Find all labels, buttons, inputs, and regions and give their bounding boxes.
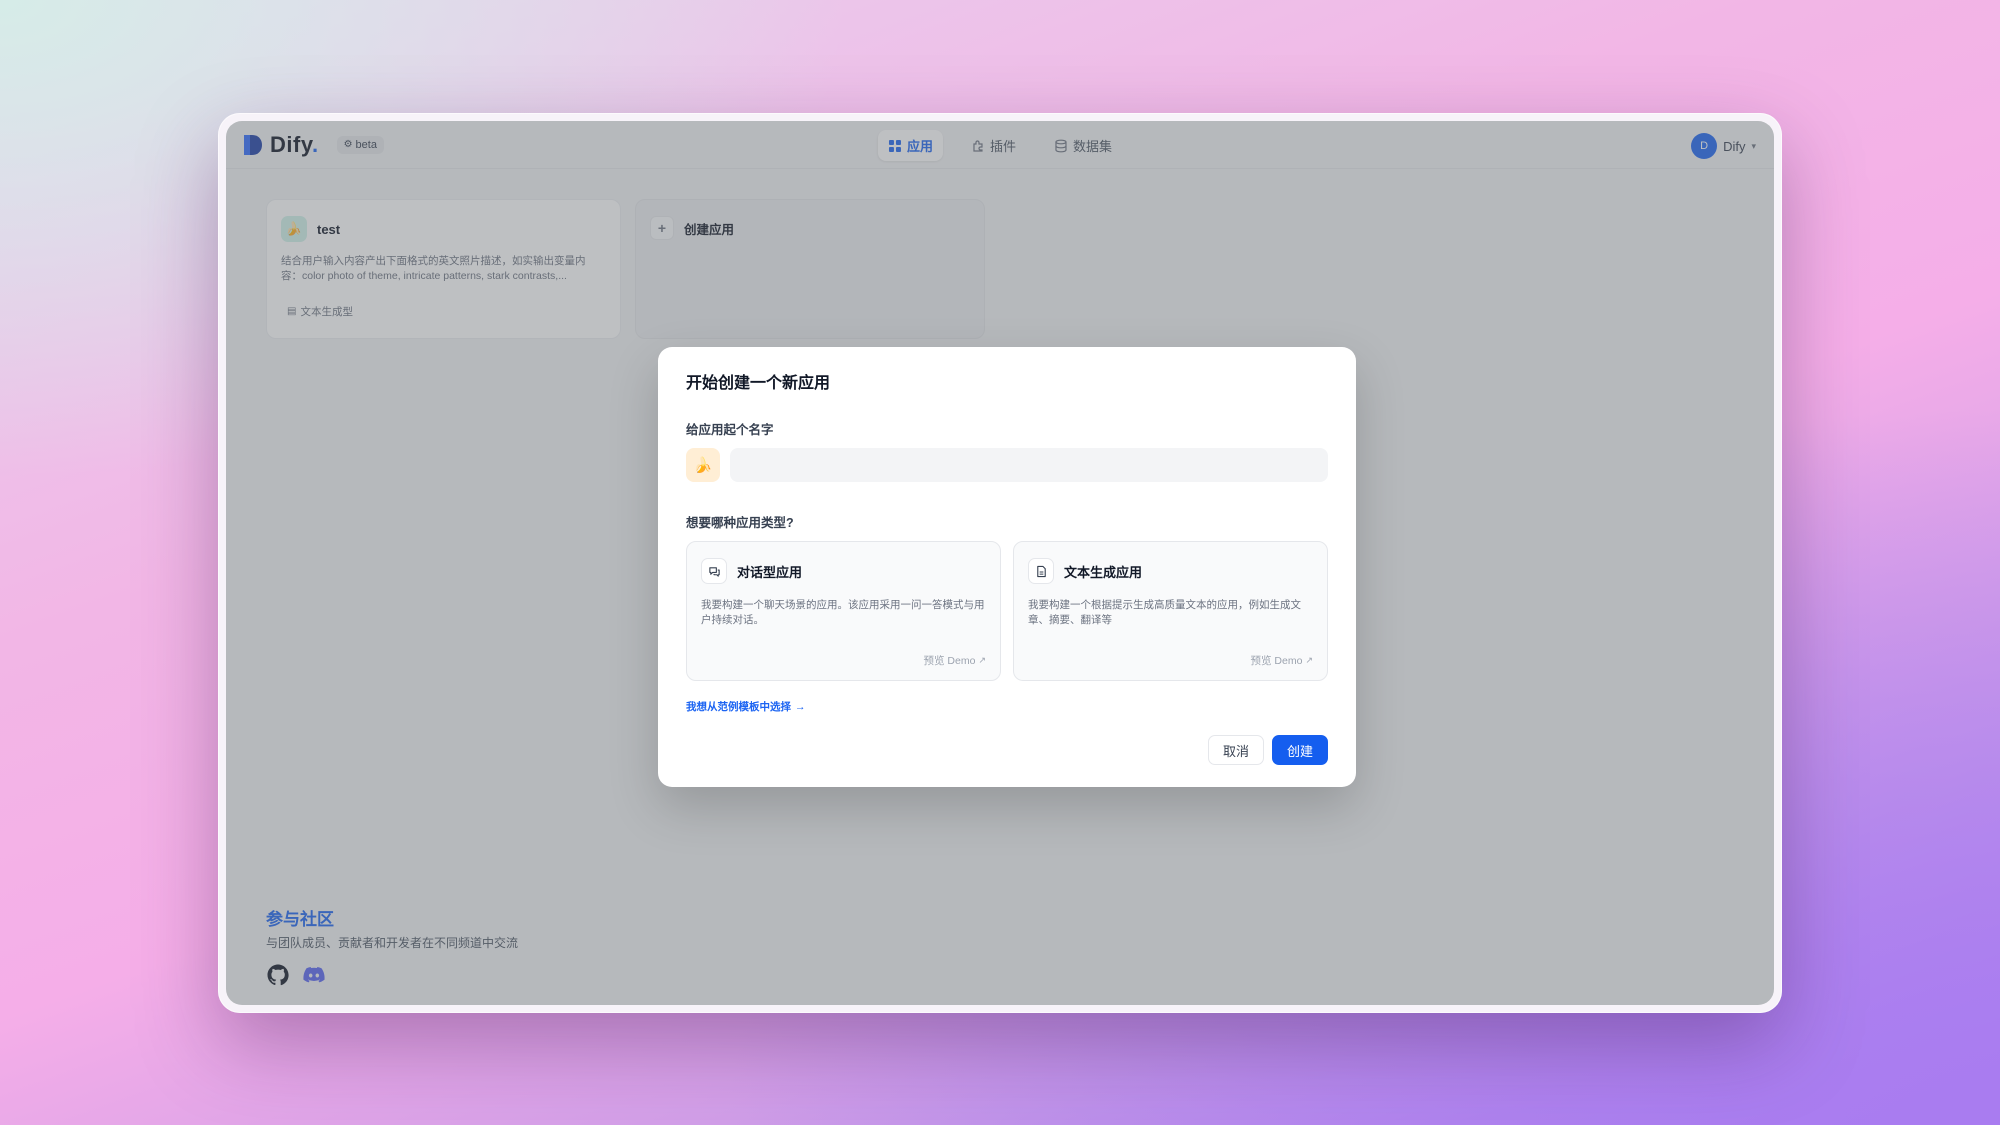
arrow-right-icon: → <box>795 700 806 713</box>
cancel-button[interactable]: 取消 <box>1207 735 1264 765</box>
type-description: 我要构建一个根据提示生成高质量文本的应用，例如生成文章、摘要、翻译等 <box>1028 599 1301 626</box>
external-link-icon: ↗ <box>1305 655 1313 665</box>
name-label: 给应用起个名字 <box>686 423 774 437</box>
type-card-chat[interactable]: 对话型应用 我要构建一个聊天场景的应用。该应用采用一问一答模式与用户持续对话。 … <box>686 541 1001 681</box>
create-button[interactable]: 创建 <box>1271 735 1328 765</box>
preview-demo-link[interactable]: 预览 Demo ↗ <box>1251 653 1313 668</box>
browser-window: Dify. ⚙ beta 应用 插件 数据集 D Dify ▾ 🍌 test 结… <box>218 113 1782 1013</box>
type-description: 我要构建一个聊天场景的应用。该应用采用一问一答模式与用户持续对话。 <box>701 599 985 626</box>
type-title: 对话型应用 <box>737 564 803 580</box>
preview-demo-link[interactable]: 预览 Demo ↗ <box>924 653 986 668</box>
type-title: 文本生成应用 <box>1064 564 1143 580</box>
document-icon <box>1028 558 1054 584</box>
template-link[interactable]: 我想从范例模板中选择 → <box>686 699 806 714</box>
dify-app: Dify. ⚙ beta 应用 插件 数据集 D Dify ▾ 🍌 test 结… <box>226 121 1774 1005</box>
type-label: 想要哪种应用类型? <box>686 516 794 530</box>
create-app-modal: 开始创建一个新应用 给应用起个名字 🍌 想要哪种应用类型? 对话型应用 我要构建… <box>658 347 1356 787</box>
app-emoji-picker[interactable]: 🍌 <box>686 448 720 482</box>
chat-bubble-icon <box>701 558 727 584</box>
external-link-icon: ↗ <box>978 655 986 665</box>
app-name-input[interactable] <box>730 448 1328 482</box>
type-card-text-generation[interactable]: 文本生成应用 我要构建一个根据提示生成高质量文本的应用，例如生成文章、摘要、翻译… <box>1013 541 1328 681</box>
modal-title: 开始创建一个新应用 <box>686 375 831 392</box>
